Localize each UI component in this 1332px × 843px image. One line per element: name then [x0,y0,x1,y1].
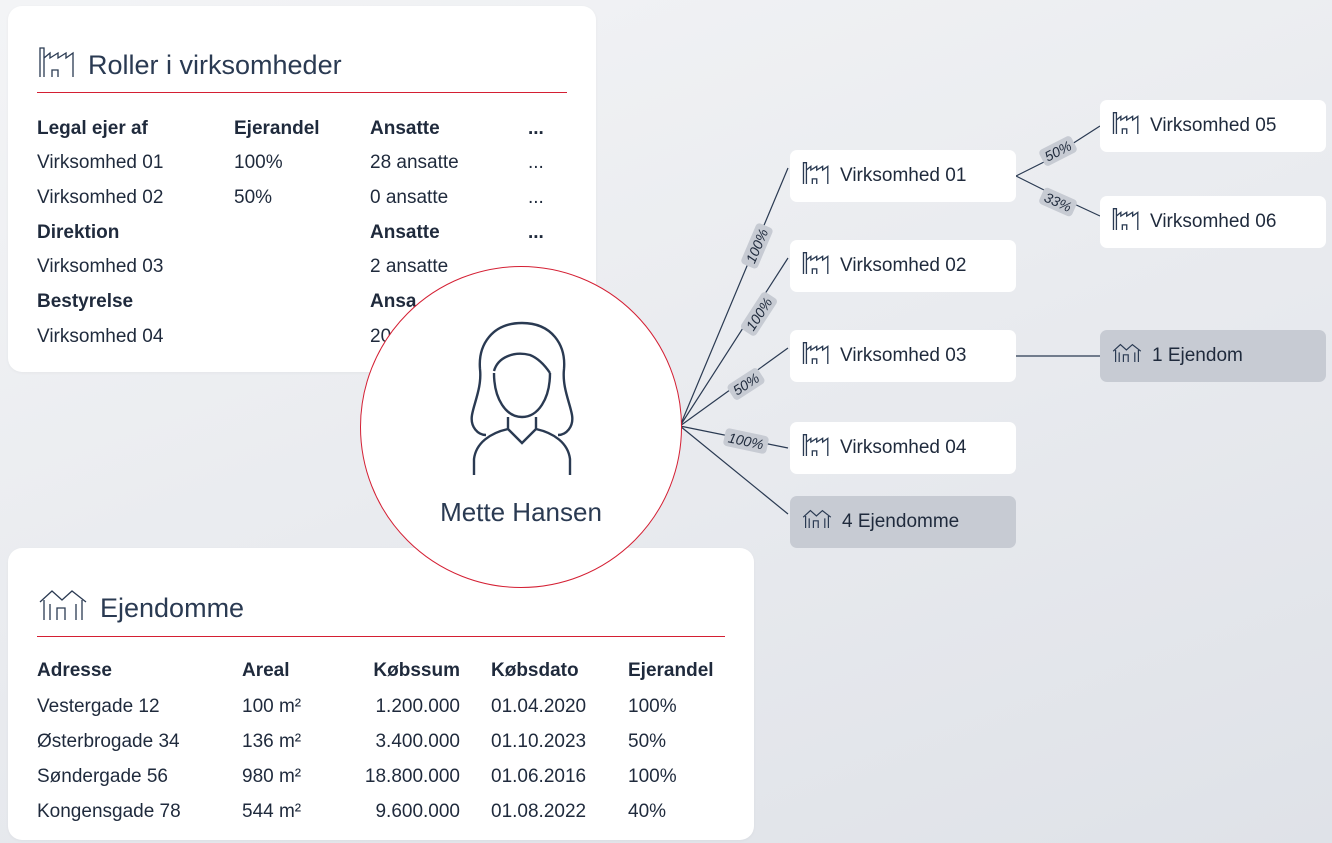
table-cell: Virksomhed 03 [37,256,164,277]
table-cell: Virksomhed 02 [37,187,164,208]
company-node-v06[interactable]: Virksomhed 06 [1100,196,1326,248]
col-header: Købssum [373,660,460,681]
table-cell: 100% [628,766,677,787]
col-header: Ejerandel [628,660,714,681]
table-cell: Virksomhed 01 [37,152,164,173]
company-node-v04[interactable]: Virksomhed 04 [790,422,1016,474]
properties-title: Ejendomme [38,588,244,629]
col-header: Ansatte [370,118,440,139]
table-cell: 1.200.000 [375,696,460,717]
table-cell: 28 ansatte [370,152,459,173]
factory-icon [1112,110,1140,142]
company-node-v02[interactable]: Virksomhed 02 [790,240,1016,292]
col-header: ... [528,222,544,243]
property-node-1[interactable]: 1 Ejendom [1100,330,1326,382]
table-cell: 0 ansatte [370,187,449,208]
node-label: Virksomhed 06 [1150,211,1277,232]
title-divider [37,636,725,637]
person-node[interactable]: Mette Hansen [360,266,682,588]
table-cell: 980 m² [242,766,302,787]
factory-icon [38,46,76,85]
col-header: Ansatte [370,222,440,243]
node-label: Virksomhed 02 [840,255,967,276]
table-cell: 01.04.2020 [491,696,587,717]
table-cell: 50% [628,731,667,752]
roles-title-text: Roller i virksomheder [88,50,342,80]
person-icon [470,321,574,475]
node-label: 4 Ejendomme [842,511,960,532]
factory-icon [1112,206,1140,238]
col-header: ... [528,118,544,139]
col-header: Bestyrelse [37,291,134,312]
node-label: Virksomhed 01 [840,165,967,186]
table-cell: 01.06.2016 [491,766,587,787]
houses-icon [1112,341,1142,371]
col-header: Legal ejer af [37,118,148,139]
table-cell: 544 m² [242,801,302,822]
table-cell: 01.10.2023 [491,731,587,752]
table-cell: 50% [234,187,273,208]
table-cell: ... [528,187,544,208]
table-cell: 9.600.000 [375,801,460,822]
table-cell: 18.800.000 [364,766,460,787]
roles-title: Roller i virksomheder [38,46,342,85]
properties-card: Ejendomme Adresse Areal Købssum Købsdato… [8,548,754,840]
table-cell: Kongensgade 78 [37,801,181,822]
table-cell: 40% [628,801,667,822]
factory-icon [802,160,830,192]
table-cell: Søndergade 56 [37,766,168,787]
table-cell: 100 m² [242,696,302,717]
table-cell: 100% [234,152,283,173]
houses-icon [38,588,88,629]
table-cell: 3.400.000 [375,731,460,752]
title-divider [37,92,567,93]
company-node-v05[interactable]: Virksomhed 05 [1100,100,1326,152]
factory-icon [802,432,830,464]
col-header: Direktion [37,222,120,243]
node-label: Virksomhed 05 [1150,115,1277,136]
table-cell: 100% [628,696,677,717]
col-header: Areal [242,660,290,681]
table-cell: 2 ansatte [370,256,449,277]
node-label: 1 Ejendom [1152,345,1243,366]
col-header: Adresse [37,660,112,681]
node-label: Virksomhed 04 [840,437,967,458]
factory-icon [802,340,830,372]
person-name: Mette Hansen [440,497,602,527]
table-cell: Virksomhed 04 [37,326,164,347]
table-cell: 01.08.2022 [491,801,587,822]
table-cell: ... [528,152,544,173]
company-node-v03[interactable]: Virksomhed 03 [790,330,1016,382]
col-header: Købsdato [491,660,579,681]
houses-icon [802,507,832,537]
table-cell: Vestergade 12 [37,696,160,717]
col-header: Ejerandel [234,118,320,139]
table-cell: 136 m² [242,731,302,752]
factory-icon [802,250,830,282]
property-node-4[interactable]: 4 Ejendomme [790,496,1016,548]
node-label: Virksomhed 03 [840,345,967,366]
company-node-v01[interactable]: Virksomhed 01 [790,150,1016,202]
table-cell: Østerbrogade 34 [37,731,180,752]
properties-title-text: Ejendomme [100,593,245,623]
